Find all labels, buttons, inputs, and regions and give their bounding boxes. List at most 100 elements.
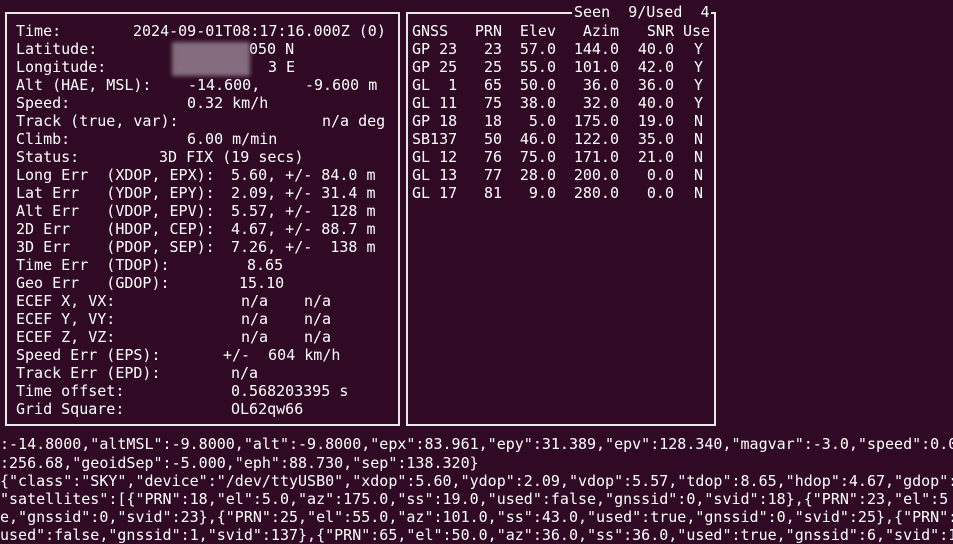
ecef-vx-value: n/a [304, 292, 332, 310]
cell-gnss: GL 11 [412, 94, 458, 112]
cell-gnss: GP 18 [412, 112, 458, 130]
raw-json-line: "satellites":[{"PRN":18,"el":5.0,"az":17… [0, 490, 949, 508]
cell-elev: 28.0 [519, 166, 556, 184]
track-err-label: Track Err (EPD): [16, 364, 161, 382]
cell-elev: 9.0 [528, 184, 556, 202]
cell-azim: 171.0 [573, 148, 619, 166]
cell-snr: 40.0 [637, 40, 674, 58]
cell-elev: 5.0 [528, 112, 556, 130]
column-header-azim: Azim [582, 22, 619, 40]
cell-prn: 25 [483, 58, 502, 76]
alt-err-label: Alt Err (VDOP, EPV): [16, 202, 215, 220]
column-header-gnss: GNSS [412, 22, 449, 40]
cell-gnss: GL 13 [412, 166, 458, 184]
speed-row: Speed: 0.32 km/h [16, 94, 268, 112]
column-header-snr: SNR [646, 22, 674, 40]
cell-gnss: GP 23 [412, 40, 458, 58]
alt-err-row: Alt Err (VDOP, EPV): 5.57, +/- 128 m [16, 202, 376, 220]
time-err-row: Time Err (TDOP): 8.65 [16, 256, 283, 274]
speed-err-value: +/- 604 km/h [223, 346, 341, 364]
err-3d-label: 3D Err (PDOP, SEP): [16, 238, 215, 256]
speed-err-label: Speed Err (EPS): [16, 346, 161, 364]
geo-err-label: Geo Err (GDOP): [16, 274, 170, 292]
raw-json-line: e,"gnssid":0,"svid":23},{"PRN":25,"el":5… [0, 508, 953, 526]
cell-azim: 280.0 [573, 184, 619, 202]
track-row: Track (true, var): n/a deg [16, 112, 385, 130]
table-row: GL 1 65 50.0 36.0 36.0 Y [412, 76, 703, 94]
latitude-value: 050 N [249, 40, 295, 58]
cell-prn: 77 [483, 166, 502, 184]
lat-err-value: 2.09, +/- 31.4 m [231, 184, 376, 202]
table-row: GL 12 76 75.0 171.0 21.0 N [412, 148, 703, 166]
cell-gnss: GL 12 [412, 148, 458, 166]
err-2d-value: 4.67, +/- 88.7 m [231, 220, 376, 238]
cell-snr: 36.0 [637, 76, 674, 94]
cell-prn: 65 [483, 76, 502, 94]
cell-elev: 38.0 [519, 94, 556, 112]
cell-prn: 75 [483, 94, 502, 112]
used-count: 4 [700, 3, 710, 21]
cell-gnss: GL 17 [412, 184, 458, 202]
grid-square-row: Grid Square: OL62qw66 [16, 400, 303, 418]
time-row: Time: 2024-09-01T08:17:16.000Z (0) [16, 22, 386, 40]
table-row: GP 18 18 5.0 175.0 19.0 N [412, 112, 703, 130]
table-row: GL 13 77 28.0 200.0 0.0 N [412, 166, 703, 184]
long-err-row: Long Err (XDOP, EPX): 5.60, +/- 84.0 m [16, 166, 376, 184]
table-row: GP 25 25 55.0 101.0 42.0 Y [412, 58, 703, 76]
ecef-z-label: ECEF Z, VZ: [16, 328, 116, 346]
ecef-x-row: ECEF X, VX: n/a n/a [16, 292, 331, 310]
cell-elev: 50.0 [519, 76, 556, 94]
table-row: GP 23 23 57.0 144.0 40.0 Y [412, 40, 703, 58]
status-row: Status: 3D FIX (19 secs) [16, 148, 304, 166]
raw-json-line: {"class":"SKY","device":"/dev/ttyUSB0","… [0, 472, 953, 490]
cell-azim: 36.0 [582, 76, 619, 94]
table-row: SB137 50 46.0 122.0 35.0 N [412, 130, 703, 148]
speed-label: Speed: [16, 94, 71, 112]
cell-use: N [693, 166, 703, 184]
cell-azim: 32.0 [582, 94, 619, 112]
lat-err-label: Lat Err (YDOP, EPY): [16, 184, 215, 202]
lat-err-row: Lat Err (YDOP, EPY): 2.09, +/- 31.4 m [16, 184, 376, 202]
alt-row: Alt (HAE, MSL): -14.600, -9.600 m [16, 76, 377, 94]
cell-snr: 21.0 [637, 148, 674, 166]
status-value: 3D FIX (19 secs) [159, 148, 304, 166]
cell-elev: 46.0 [519, 130, 556, 148]
cell-snr: 19.0 [637, 112, 674, 130]
alt-hae-value: -14.600, [188, 76, 261, 94]
cell-azim: 101.0 [573, 58, 619, 76]
cell-use: Y [693, 58, 703, 76]
time-offset-label: Time offset: [16, 382, 125, 400]
alt-label: Alt (HAE, MSL): [16, 76, 152, 94]
table-row: GL 17 81 9.0 280.0 0.0 N [412, 184, 703, 202]
seen-count: 9 [628, 3, 638, 21]
raw-json-line: :256.68,"geoidSep":-5.000,"eph":88.730,"… [0, 454, 479, 472]
cell-use: Y [693, 94, 703, 112]
cell-snr: 0.0 [646, 166, 674, 184]
column-header-use: Use [683, 22, 711, 40]
longitude-row: Longitude: 3 E [16, 58, 295, 76]
time-err-value: 8.65 [247, 256, 284, 274]
speed-err-row: Speed Err (EPS): +/- 604 km/h [16, 346, 340, 364]
cell-use: Y [693, 76, 703, 94]
track-value: n/a deg [322, 112, 386, 130]
cell-snr: 0.0 [646, 184, 674, 202]
raw-json-line: used":false,"gnssid":1,"svid":137},{"PRN… [0, 526, 953, 544]
time-err-label: Time Err (TDOP): [16, 256, 170, 274]
status-label: Status: [16, 148, 80, 166]
alt-err-value: 5.57, +/- 128 m [231, 202, 376, 220]
ecef-y-value: n/a [241, 310, 269, 328]
cell-snr: 35.0 [637, 130, 674, 148]
cell-gnss: GL 1 [412, 76, 458, 94]
cell-gnss: SB137 [412, 130, 458, 148]
time-value: 2024-09-01T08:17:16.000Z (0) [133, 22, 386, 40]
time-label: Time: [16, 22, 62, 40]
climb-row: Climb: 6.00 m/min [16, 130, 277, 148]
cell-gnss: GP 25 [412, 58, 458, 76]
cell-prn: 18 [483, 112, 502, 130]
latitude-row: Latitude: 050 N [16, 40, 294, 58]
ecef-vy-value: n/a [304, 310, 332, 328]
ecef-y-label: ECEF Y, VY: [16, 310, 116, 328]
cell-elev: 55.0 [519, 58, 556, 76]
track-err-row: Track Err (EPD): n/a [16, 364, 258, 382]
cell-prn: 50 [483, 130, 502, 148]
